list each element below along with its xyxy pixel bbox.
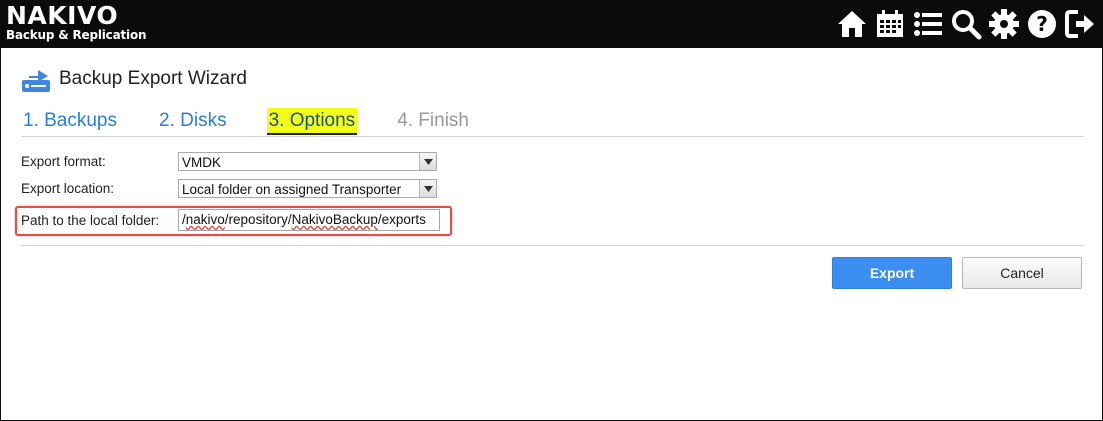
chevron-down-icon[interactable]	[419, 180, 436, 197]
wizard-steps: 1. Backups 2. Disks 3. Options 4. Finish	[21, 108, 509, 135]
search-icon[interactable]	[949, 7, 983, 41]
steps-divider	[21, 136, 1084, 137]
export-button[interactable]: Export	[832, 257, 952, 289]
wizard-header: Backup Export Wizard	[21, 64, 247, 94]
wizard-title: Backup Export Wizard	[59, 68, 247, 89]
path-part-misspelled: NakivoBackup	[291, 212, 378, 227]
calendar-icon[interactable]	[873, 7, 907, 41]
cancel-button[interactable]: Cancel	[962, 257, 1082, 289]
top-bar: NAKIVO Backup & Replication ?	[0, 0, 1103, 48]
step-backups[interactable]: 1. Backups	[21, 108, 119, 135]
step-disks[interactable]: 2. Disks	[157, 108, 229, 135]
form-divider	[21, 245, 1084, 246]
local-path-input[interactable]: /nakivo/repository/NakivoBackup/exports	[178, 209, 440, 231]
path-part: /exports	[377, 212, 426, 227]
export-icon	[22, 70, 50, 92]
step-finish: 4. Finish	[397, 110, 469, 131]
nakivo-logo: NAKIVO Backup & Replication	[6, 1, 147, 42]
svg-text:?: ?	[1036, 12, 1048, 36]
step-options[interactable]: 3. Options	[266, 108, 358, 135]
path-part-misspelled: nakivo	[185, 212, 225, 227]
gear-icon[interactable]	[987, 7, 1021, 41]
export-location-select[interactable]: Local folder on assigned Transporter	[178, 179, 437, 198]
export-format-label: Export format:	[21, 154, 106, 169]
export-format-value: VMDK	[182, 155, 222, 170]
toolbar: ?	[835, 6, 1097, 42]
export-format-row: Export format: VMDK	[21, 152, 437, 171]
export-location-value: Local folder on assigned Transporter	[182, 182, 402, 197]
export-location-row: Export location: Local folder on assigne…	[21, 179, 437, 198]
chevron-down-icon[interactable]	[419, 153, 436, 170]
home-icon[interactable]	[835, 7, 869, 41]
help-icon[interactable]: ?	[1025, 7, 1059, 41]
list-icon[interactable]	[911, 7, 945, 41]
export-format-select[interactable]: VMDK	[178, 152, 437, 171]
logo-brand: NAKIVO	[6, 1, 119, 30]
logo-tagline: Backup & Replication	[6, 28, 147, 42]
local-path-label: Path to the local folder:	[21, 213, 160, 228]
export-location-label: Export location:	[21, 181, 115, 196]
wizard-panel: Backup Export Wizard 1. Backups 2. Disks…	[1, 48, 1102, 420]
logout-icon[interactable]	[1063, 7, 1097, 41]
path-part: /repository/	[224, 212, 292, 227]
